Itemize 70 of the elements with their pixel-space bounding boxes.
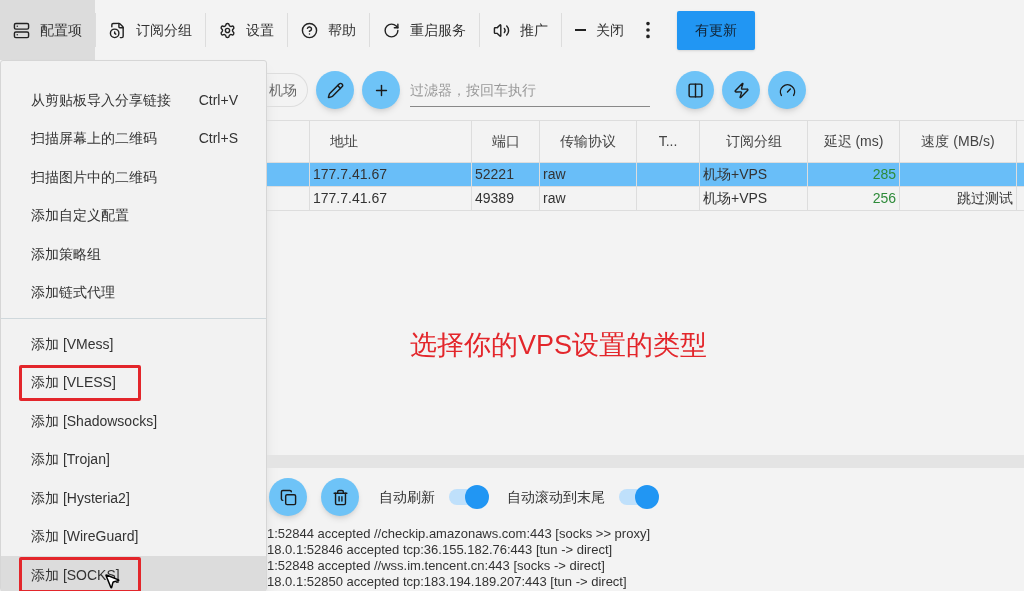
- trash-button[interactable]: [321, 478, 359, 516]
- log-line: 1:52848 accepted //wss.im.tencent.cn:443 [socks -> direct]: [267, 558, 606, 574]
- menu-item[interactable]: 添加 [Trojan]: [1, 440, 266, 479]
- filter-field[interactable]: 过滤器，按回车执行: [410, 73, 650, 107]
- columns-icon: [686, 81, 704, 99]
- menu-item[interactable]: 扫描图片中的二维码: [1, 158, 266, 197]
- trash-icon: [331, 488, 349, 506]
- toolbar-tab[interactable]: 推广: [480, 0, 561, 60]
- table-cell-text: 177.7.41.67: [313, 165, 387, 184]
- pencil-button[interactable]: [316, 71, 354, 109]
- log-line: 18.0.1:52846 accepted tcp:36.155.182.76:443 [tun -> direct]: [267, 542, 614, 558]
- column-header[interactable]: T...: [637, 121, 700, 162]
- column-header[interactable]: 端口: [472, 121, 540, 162]
- pencil-icon: [326, 81, 344, 99]
- toolbar-tab[interactable]: 设置: [206, 0, 287, 60]
- table-cell-text: 256: [872, 189, 896, 208]
- table-cell-text: 52221: [475, 165, 514, 184]
- menu-item[interactable]: 从剪贴板导入分享链接 Ctrl+V: [1, 81, 266, 120]
- table-row[interactable]: 177.7.41.67 52221 raw 机场+VPS 285: [267, 163, 1024, 187]
- table-cell-text: 285: [872, 165, 896, 184]
- toolbar-tab[interactable]: 配置项: [0, 0, 95, 60]
- table-row[interactable]: 177.7.41.67 49389 raw 机场+VPS 256 跳过测试: [267, 187, 1024, 211]
- plus-button[interactable]: [362, 71, 400, 109]
- menu-item[interactable]: 添加链式代理: [1, 273, 266, 312]
- table-cell-text: 177.7.41.67: [313, 189, 387, 208]
- table-cell-text: raw: [543, 189, 566, 208]
- table-cell-text: raw: [543, 165, 566, 184]
- toolbar-tab[interactable]: 重启服务: [370, 0, 479, 60]
- log-line: 18.0.1:52850 accepted tcp:183.194.189.207:443 [tun -> direct]: [267, 574, 628, 590]
- toggle-label: 自动刷新: [379, 487, 435, 507]
- lightning-icon: [732, 81, 750, 99]
- column-header[interactable]: 延迟 (ms): [808, 121, 900, 162]
- columns-button[interactable]: [676, 71, 714, 109]
- toolbar-tab[interactable]: 关闭: [562, 0, 637, 60]
- annotation-text: 选择你的VPS设置的类型: [410, 329, 708, 363]
- menu-item[interactable]: 添加 [Shadowsocks]: [1, 402, 266, 441]
- shortcut-text: Ctrl+S: [198, 129, 238, 149]
- toolbar-tab[interactable]: 帮助: [288, 0, 369, 60]
- help-icon: [301, 21, 318, 39]
- menu-item[interactable]: 添加 [VMess]: [1, 325, 266, 364]
- table-cell-text: 机场+VPS: [703, 189, 768, 208]
- gauge-button[interactable]: [768, 71, 806, 109]
- menu-item[interactable]: 添加自定义配置: [1, 196, 266, 235]
- menu-item[interactable]: 添加 [Hysteria2]: [1, 479, 266, 518]
- minus-icon: [575, 29, 586, 31]
- gauge-icon: [778, 81, 796, 99]
- menu-item[interactable]: 添加 [WireGuard]: [1, 517, 266, 556]
- shortcut-text: Ctrl+V: [198, 90, 238, 110]
- update-button[interactable]: 有更新: [677, 10, 755, 50]
- toggle-label: 自动滚动到末尾: [507, 487, 605, 507]
- table-cell-text: 跳过测试: [957, 189, 1013, 208]
- server-icon: [13, 21, 30, 39]
- restart-icon: [383, 21, 400, 39]
- settings-icon: [219, 21, 236, 39]
- column-header[interactable]: 地址: [310, 121, 472, 162]
- file-clock-icon: [109, 21, 126, 39]
- table-cell-text: 机场+VPS: [703, 165, 768, 184]
- menu-item[interactable]: 添加 [VLESS]: [1, 363, 266, 402]
- log-line: 1:52844 accepted //checkip.amazonaws.com:443 [socks >> proxy]: [267, 526, 651, 542]
- toolbar-tab[interactable]: 订阅分组: [96, 0, 205, 60]
- copy-button[interactable]: [269, 478, 307, 516]
- menu-item[interactable]: 扫描屏幕上的二维码 Ctrl+S: [1, 119, 266, 158]
- table-cell-text: 49389: [475, 189, 514, 208]
- copy-icon: [279, 488, 297, 506]
- menu-item[interactable]: 添加策略组: [1, 235, 266, 274]
- speaker-icon: [493, 21, 510, 39]
- column-header[interactable]: 速度 (MB/s): [900, 121, 1017, 162]
- column-header[interactable]: 传输协议: [540, 121, 637, 162]
- lightning-button[interactable]: [722, 71, 760, 109]
- column-header[interactable]: 订阅分组: [700, 121, 808, 162]
